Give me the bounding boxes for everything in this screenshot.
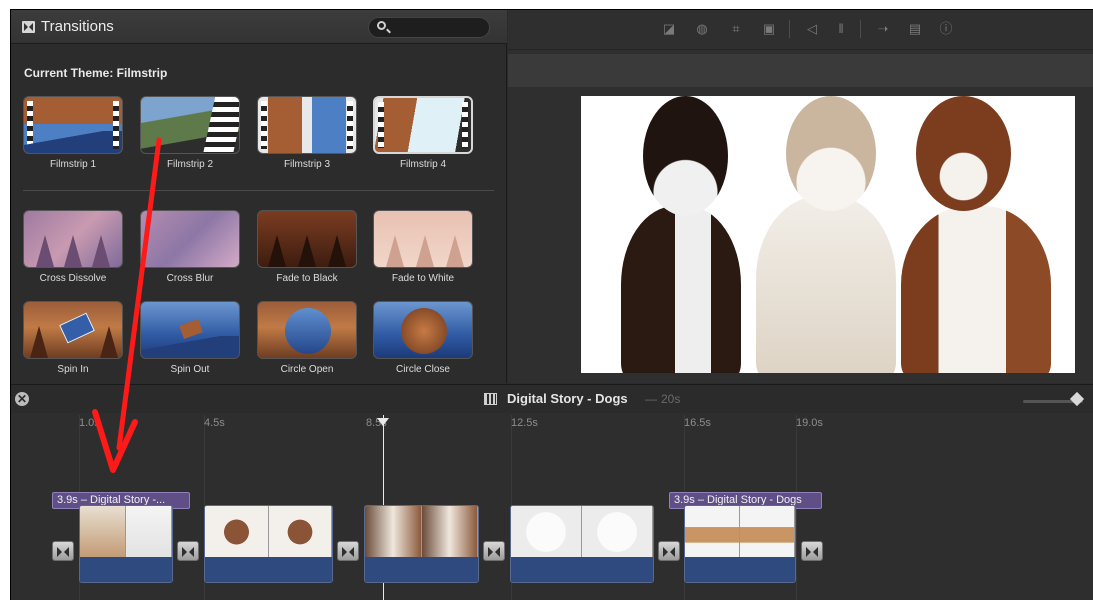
filmstrip-1-thumbnail <box>23 96 123 154</box>
transition-tile-circle-open[interactable]: Circle Open <box>257 301 357 375</box>
section-divider <box>23 190 494 191</box>
toolbar-separator <box>789 20 790 38</box>
cross-blur-thumbnail <box>140 210 240 268</box>
time-tick: 1.0s <box>79 417 100 429</box>
tile-label: Fade to White <box>391 273 455 284</box>
transition-marker[interactable] <box>658 541 680 561</box>
close-timeline-button[interactable]: ✕ <box>15 392 29 406</box>
tile-label: Filmstrip 1 <box>49 159 97 170</box>
transitions-browser: Transitions Current Theme: Filmstrip Fil… <box>11 10 507 383</box>
transition-marker[interactable] <box>801 541 823 561</box>
search-icon <box>377 21 386 30</box>
circle-close-thumbnail <box>373 301 473 359</box>
filmstrip-3-thumbnail <box>257 96 357 154</box>
project-title: Digital Story - Dogs <box>507 391 628 406</box>
transition-tile-cross-dissolve[interactable]: Cross Dissolve <box>23 210 123 284</box>
speed-icon[interactable]: ➝ <box>876 22 890 36</box>
tile-label: Filmstrip 2 <box>166 159 214 170</box>
theme-heading: Current Theme: Filmstrip <box>24 66 168 80</box>
tile-label: Fade to Black <box>276 273 338 284</box>
transition-tile-filmstrip-2[interactable]: Filmstrip 2 <box>140 96 240 170</box>
tile-label: Circle Open <box>280 364 334 375</box>
viewer-toolbar: ◪ ◍ ⌗ ▣ ◁ ‖ ➝ ▤ ⓘ <box>508 10 1093 50</box>
transition-marker[interactable] <box>177 541 199 561</box>
filmstrip-4-thumbnail <box>373 96 473 154</box>
browser-title: Transitions <box>41 18 114 35</box>
tile-label: Filmstrip 4 <box>399 159 447 170</box>
tile-label: Circle Close <box>396 364 450 375</box>
transition-marker[interactable] <box>52 541 74 561</box>
cross-dissolve-thumbnail <box>23 210 123 268</box>
tile-label: Spin In <box>57 364 89 375</box>
viewer-panel: ◪ ◍ ⌗ ▣ ◁ ‖ ➝ ▤ ⓘ <box>508 10 1093 383</box>
transition-tile-fade-to-black[interactable]: Fade to Black <box>257 210 357 284</box>
equalizer-icon[interactable]: ‖ <box>834 22 848 36</box>
tile-label: Cross Blur <box>166 273 214 284</box>
timeline-header: ✕ Digital Story - Dogs — 20s <box>11 385 1093 413</box>
color-correction-icon[interactable]: ◍ <box>695 22 709 36</box>
transitions-icon <box>22 21 35 33</box>
video-clip[interactable] <box>79 505 173 583</box>
project-duration: 20s <box>661 392 681 406</box>
fade-to-black-thumbnail <box>257 210 357 268</box>
volume-icon[interactable]: ◁ <box>805 22 819 36</box>
filmstrip-2-thumbnail <box>140 96 240 154</box>
toolbar-separator <box>860 20 861 38</box>
video-clip[interactable] <box>204 505 333 583</box>
playhead-handle[interactable] <box>377 418 389 426</box>
fade-to-white-thumbnail <box>373 210 473 268</box>
project-filmstrip-icon <box>484 393 497 405</box>
transition-tile-filmstrip-1[interactable]: Filmstrip 1 <box>23 96 123 170</box>
stabilization-icon[interactable]: ▣ <box>762 22 776 36</box>
color-balance-icon[interactable]: ◪ <box>662 22 676 36</box>
transition-tile-cross-blur[interactable]: Cross Blur <box>140 210 240 284</box>
time-tick: 19.0s <box>796 417 823 429</box>
tile-label: Filmstrip 3 <box>283 159 331 170</box>
imovie-window: Transitions Current Theme: Filmstrip Fil… <box>10 9 1093 600</box>
time-tick: 12.5s <box>511 417 538 429</box>
browser-header: Transitions <box>11 10 507 44</box>
transition-marker[interactable] <box>337 541 359 561</box>
info-icon[interactable]: ⓘ <box>939 22 953 36</box>
zoom-slider-knob[interactable] <box>1069 391 1085 407</box>
transition-marker[interactable] <box>483 541 505 561</box>
transition-tile-filmstrip-3[interactable]: Filmstrip 3 <box>257 96 357 170</box>
transition-tile-circle-close[interactable]: Circle Close <box>373 301 473 375</box>
crop-icon[interactable]: ⌗ <box>729 22 743 36</box>
transition-tile-spin-out[interactable]: Spin Out <box>140 301 240 375</box>
video-preview <box>581 96 1075 373</box>
spin-in-thumbnail <box>23 301 123 359</box>
viewer-info-strip <box>508 54 1093 87</box>
search-field[interactable] <box>368 17 490 38</box>
transition-tile-filmstrip-4[interactable]: Filmstrip 4 <box>373 96 473 170</box>
tile-label: Cross Dissolve <box>39 273 107 284</box>
spin-out-thumbnail <box>140 301 240 359</box>
video-clip[interactable] <box>684 505 796 583</box>
circle-open-thumbnail <box>257 301 357 359</box>
clip-filter-icon[interactable]: ▤ <box>908 22 922 36</box>
time-tick: 4.5s <box>204 417 225 429</box>
transition-tile-fade-to-white[interactable]: Fade to White <box>373 210 473 284</box>
transition-tile-spin-in[interactable]: Spin In <box>23 301 123 375</box>
project-dash: — <box>645 392 657 406</box>
tile-label: Spin Out <box>170 364 210 375</box>
video-clip[interactable] <box>510 505 654 583</box>
time-tick: 16.5s <box>684 417 711 429</box>
video-clip[interactable] <box>364 505 479 583</box>
